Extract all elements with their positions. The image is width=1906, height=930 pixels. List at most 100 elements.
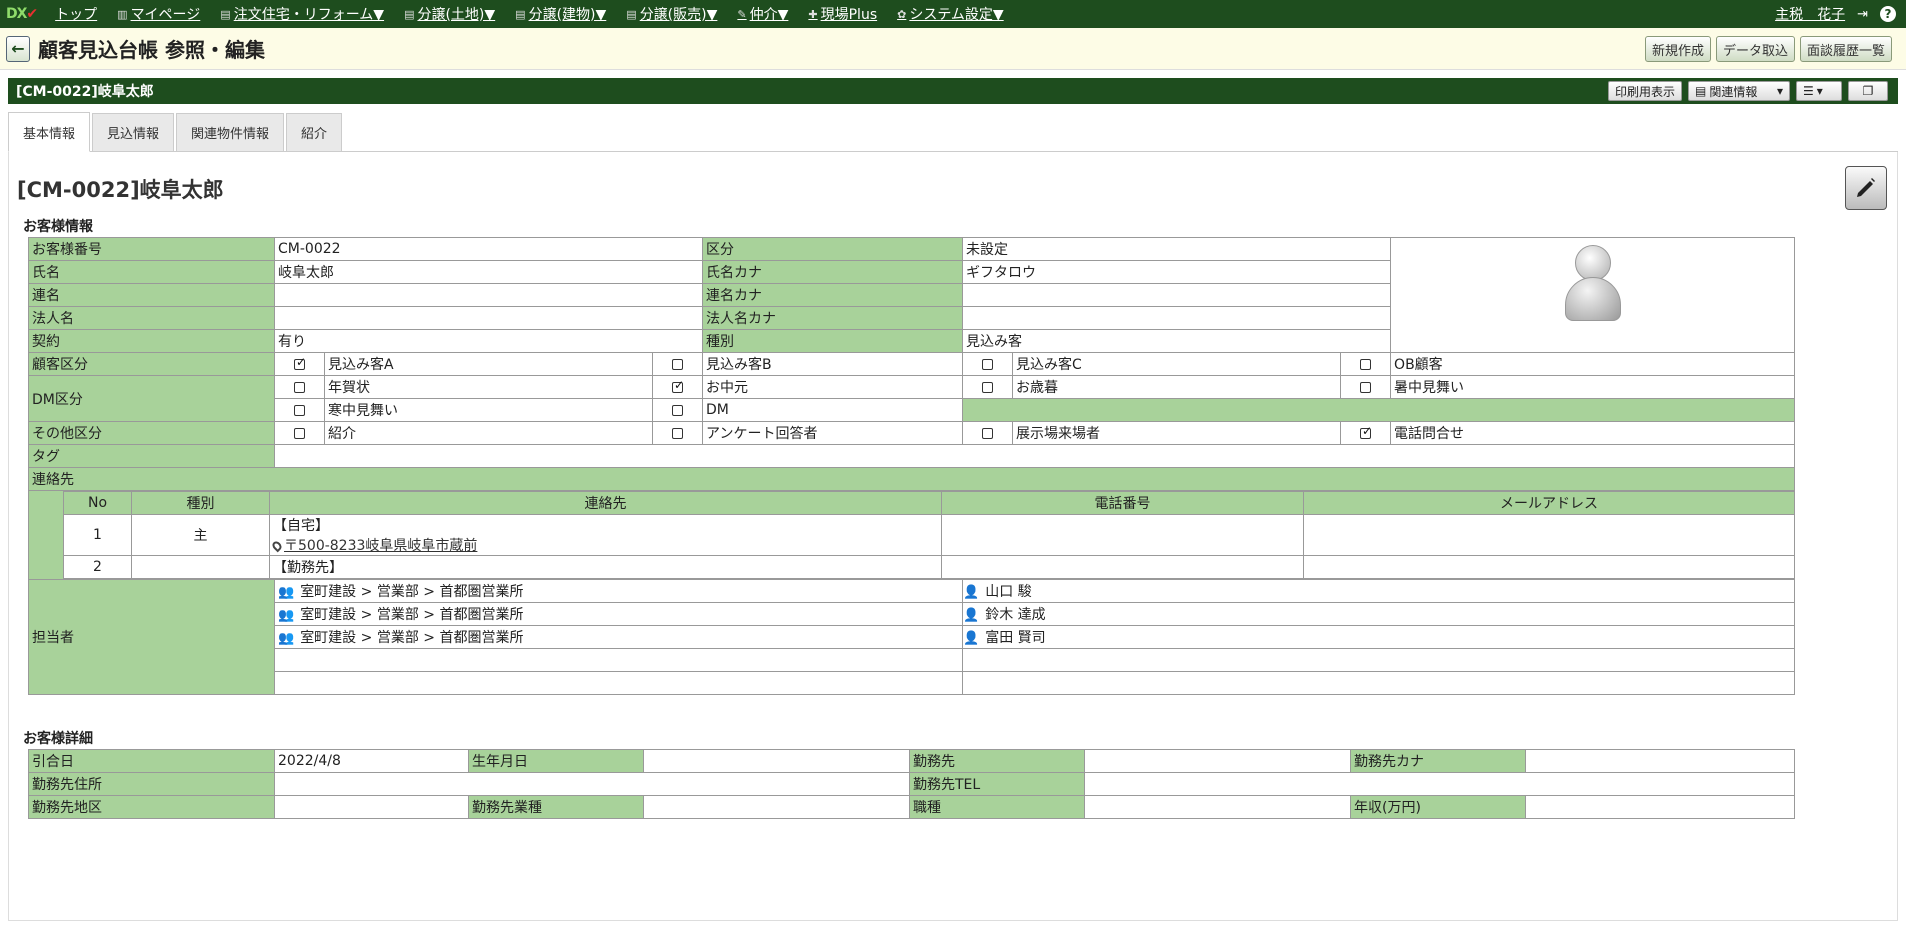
nav-item-label: 分譲(建物)▼ <box>528 7 607 23</box>
back-button[interactable]: ← <box>6 35 30 62</box>
customer-info-section-title: お客様情報 <box>23 219 93 235</box>
field-label: その他区分 <box>28 421 275 445</box>
checkbox-label: お歳暮 <box>1012 375 1342 399</box>
checkbox-cell <box>274 398 325 422</box>
nav-item-5[interactable]: ▤ 分譲(販売)▼ <box>626 4 717 24</box>
field-label: 区分 <box>702 237 964 261</box>
map-pin-icon <box>270 539 284 553</box>
interview-history-button[interactable]: 面談履歴一覧 <box>1799 36 1892 62</box>
staff-row: 👥 室町建設 > 営業部 > 首都圏営業所 👤 鈴木 達成 <box>29 602 1796 626</box>
checkbox-label: 年賀状 <box>324 375 653 399</box>
field-value <box>273 283 704 307</box>
field-label: 職種 <box>909 795 1085 819</box>
data-import-button[interactable]: データ取込 <box>1715 36 1795 62</box>
checkbox[interactable] <box>294 404 305 416</box>
contacts-cell: No 種別 連絡先 電話番号 メールアドレス 1 主【自宅】 〒500-8233岐阜県岐阜市蔵… <box>27 490 1796 580</box>
nav-item-8[interactable]: ✿ システム設定▼ <box>897 4 1004 24</box>
print-view-button[interactable]: 印刷用表示 <box>1607 81 1682 101</box>
staff-org-label: 室町建設 > 営業部 > 首都圏営業所 <box>300 607 524 623</box>
nav-item-4[interactable]: ▤ 分譲(建物)▼ <box>515 4 606 24</box>
group-icon: 👥 <box>278 585 295 600</box>
help-icon[interactable]: ? <box>1880 6 1896 22</box>
checkbox[interactable] <box>982 427 994 439</box>
nav-item-3[interactable]: ▤ 分譲(土地)▼ <box>404 4 495 24</box>
checkbox[interactable] <box>672 427 684 439</box>
hamburger-icon: ☰ <box>1803 84 1814 98</box>
nav-item-label: 注文住宅・リフォーム▼ <box>233 7 385 23</box>
customer-detail-table: 引合日 2022/4/8 生年月日 勤務先 勤務先カナ 勤務先住所 勤務先TEL 勤務先地区勤… <box>28 749 1795 819</box>
staff-person: 👤 鈴木 達成 <box>962 602 1796 626</box>
column-header: 種別 <box>131 491 270 515</box>
table-row: 顧客区分 見込み客A 見込み客B 見込み客C OB顧客 <box>28 352 1796 376</box>
checkbox-label: 寒中見舞い <box>324 398 653 422</box>
staff-person <box>962 648 1796 672</box>
checkbox[interactable] <box>1360 358 1372 370</box>
contact-type: 主 <box>131 514 270 556</box>
checkbox[interactable] <box>294 427 305 439</box>
nav-item-7[interactable]: ✚ 現場Plus <box>808 4 877 24</box>
document-icon: ▤ <box>1695 84 1707 98</box>
checkbox[interactable] <box>672 404 684 416</box>
checkbox[interactable] <box>294 381 305 393</box>
nav-item-icon: ▤ <box>515 7 526 21</box>
staff-org-label: 室町建設 > 営業部 > 首都圏営業所 <box>300 584 524 600</box>
checkbox-cell <box>651 421 704 445</box>
nav-item-6[interactable]: ✎ 仲介▼ <box>737 4 788 24</box>
nav-item-2[interactable]: ▤ 注文住宅・リフォーム▼ <box>220 4 384 24</box>
tab-prospect-info[interactable]: 見込情報 <box>92 113 175 151</box>
checkbox-cell <box>962 352 1014 376</box>
user-name-link[interactable]: 主税 花子 <box>1775 4 1845 24</box>
checkbox-cell <box>1340 421 1392 445</box>
checkbox-cell <box>651 352 704 376</box>
checkbox[interactable] <box>982 381 994 393</box>
checkbox[interactable] <box>1360 424 1372 439</box>
field-value <box>643 795 910 819</box>
checkbox-label: アンケート回答者 <box>702 421 964 445</box>
table-row: No 種別 連絡先 電話番号 メールアドレス 1 主【自宅】 〒500-8233岐阜県岐阜市蔵… <box>27 490 1796 580</box>
field-label: 勤務先住所 <box>28 772 275 796</box>
address-link[interactable]: 〒500-8233岐阜県岐阜市蔵前 <box>284 538 477 554</box>
checkbox[interactable] <box>672 378 684 393</box>
tab-basic-info[interactable]: 基本情報 <box>8 112 91 152</box>
nav-item-label: マイページ <box>130 7 201 23</box>
nav-item-1[interactable]: ▥ マイページ <box>117 4 200 24</box>
checkbox-cell <box>1340 352 1392 376</box>
record-heading: [CM-0022]岐阜太郎 <box>17 178 224 202</box>
tab-introduction[interactable]: 紹介 <box>286 113 343 151</box>
checkbox[interactable] <box>672 358 684 370</box>
field-value: 未設定 <box>962 237 1392 261</box>
checkbox-label: OB顧客 <box>1390 352 1796 376</box>
field-value <box>962 306 1392 330</box>
tab-related-property[interactable]: 関連物件情報 <box>176 113 285 151</box>
field-label: 勤務先業種 <box>468 795 644 819</box>
customer-detail-section-title: お客様詳細 <box>23 731 93 747</box>
logout-icon[interactable]: ⇥ <box>1857 7 1868 22</box>
nav-item-label: トップ <box>55 7 98 23</box>
app-logo[interactable]: DX✔ <box>6 6 38 22</box>
nav-item-0[interactable]: トップ <box>55 4 97 24</box>
checkbox-cell <box>962 375 1014 399</box>
edit-button[interactable] <box>1845 166 1887 210</box>
checkbox[interactable] <box>1360 381 1372 393</box>
field-label: 法人名カナ <box>702 306 964 330</box>
field-value: ギフタロウ <box>962 260 1392 284</box>
contact-no: 1 <box>63 514 132 556</box>
table-row: 連絡先 <box>27 467 1796 491</box>
new-create-button[interactable]: 新規作成 <box>1644 36 1711 62</box>
window-copy-button[interactable]: ❐ <box>1848 81 1888 101</box>
checkbox[interactable] <box>982 358 994 370</box>
menu-dropdown[interactable]: ☰ ▾ <box>1796 81 1842 101</box>
checkbox[interactable] <box>294 355 306 370</box>
related-info-dropdown[interactable]: ▤ 関連情報 ▾ <box>1688 81 1790 101</box>
group-icon: 👥 <box>278 631 295 646</box>
record-bar: [CM-0022]岐阜太郎 印刷用表示 ▤ 関連情報 ▾ ☰ ▾ ❐ <box>8 78 1898 104</box>
staff-person-label: 鈴木 達成 <box>985 607 1046 623</box>
table-row: 寒中見舞い DM <box>29 398 1796 422</box>
field-value <box>274 795 469 819</box>
staff-person: 👤 富田 賢司 <box>962 625 1796 649</box>
person-icon: 👤 <box>963 631 980 646</box>
empty-cell <box>962 398 1796 422</box>
nav-item-label: 仲介▼ <box>749 7 789 23</box>
table-row: 勤務先地区 勤務先業種 職種 年収(万円) <box>28 795 1795 819</box>
avatar <box>1563 245 1623 345</box>
